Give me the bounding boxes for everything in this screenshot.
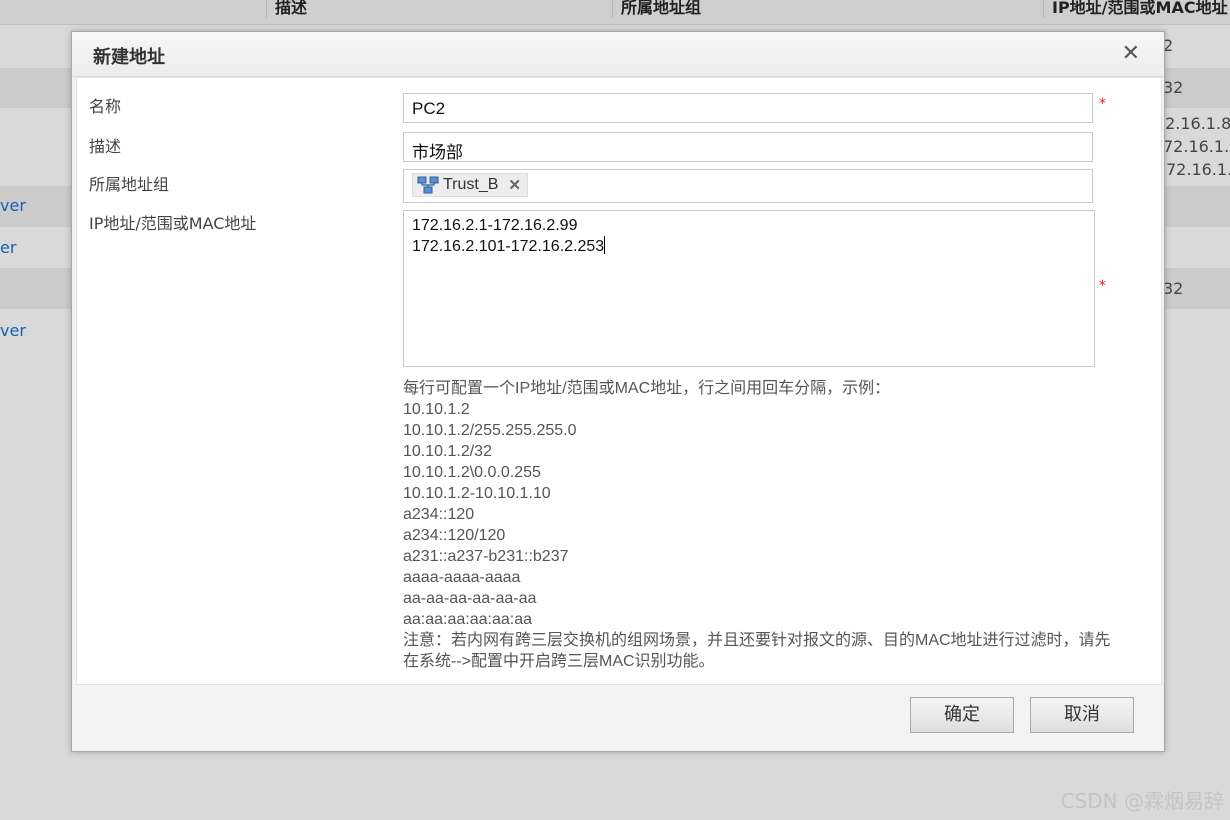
ok-button[interactable]: 确定 bbox=[910, 697, 1014, 733]
ip-line: 172.16.2.101-172.16.2.253 bbox=[412, 238, 605, 255]
dialog-title: 新建地址 bbox=[93, 47, 165, 68]
help-example: 10.10.1.2-10.10.1.10 bbox=[403, 485, 551, 502]
help-note: 注意：若内网有跨三层交换机的组网场景，并且还要针对报文的源、目的MAC地址进行过… bbox=[403, 632, 1111, 670]
new-address-dialog: 新建地址 ✕ 名称 PC2 * 描述 市场部 所属地址组 Trust_B ✕ I… bbox=[71, 31, 1165, 752]
background-ip-text: 72.16.1. bbox=[1166, 160, 1230, 179]
column-header-group: 所属地址组 bbox=[612, 0, 701, 18]
address-group-input[interactable]: Trust_B ✕ bbox=[403, 169, 1093, 203]
description-input[interactable]: 市场部 bbox=[403, 132, 1093, 162]
required-mark: * bbox=[1099, 278, 1106, 294]
help-intro: 每行可配置一个IP地址/范围或MAC地址，行之间用回车分隔，示例： bbox=[403, 380, 891, 397]
background-ip-text: 32 bbox=[1163, 78, 1184, 97]
cancel-button[interactable]: 取消 bbox=[1030, 697, 1134, 733]
close-icon[interactable]: ✕ bbox=[1122, 41, 1140, 66]
help-example: 10.10.1.2 bbox=[403, 401, 470, 418]
dialog-body: 名称 PC2 * 描述 市场部 所属地址组 Trust_B ✕ IP地址/范围或… bbox=[76, 77, 1162, 685]
help-example: aa-aa-aa-aa-aa-aa bbox=[403, 590, 537, 607]
name-input[interactable]: PC2 bbox=[403, 93, 1093, 123]
ip-address-textarea[interactable]: 172.16.2.1-172.16.2.99 172.16.2.101-172.… bbox=[403, 210, 1095, 367]
ip-address-label: IP地址/范围或MAC地址 bbox=[89, 214, 257, 233]
network-group-icon bbox=[417, 176, 439, 194]
background-link[interactable]: ver bbox=[0, 196, 26, 215]
background-link[interactable]: er bbox=[0, 238, 16, 257]
background-ip-text: 72.16.1.9 bbox=[1163, 137, 1230, 156]
required-mark: * bbox=[1099, 96, 1106, 112]
help-example: aa:aa:aa:aa:aa:aa bbox=[403, 611, 533, 628]
address-group-label: 所属地址组 bbox=[89, 175, 170, 194]
dialog-titlebar[interactable]: 新建地址 ✕ bbox=[72, 32, 1164, 77]
help-example: aaaa-aaaa-aaaa bbox=[403, 569, 521, 586]
background-link[interactable]: ver bbox=[0, 321, 26, 340]
background-table-header: 描述 所属地址组 IP地址/范围或MAC地址 bbox=[0, 0, 1230, 25]
text-cursor bbox=[604, 236, 606, 254]
background-ip-text: 32 bbox=[1163, 279, 1184, 298]
help-example: 10.10.1.2/255.255.255.0 bbox=[403, 422, 577, 439]
help-example: a234::120/120 bbox=[403, 527, 506, 544]
help-text: 每行可配置一个IP地址/范围或MAC地址，行之间用回车分隔，示例： 10.10.… bbox=[403, 378, 1123, 672]
background-ip-text: .2.16.1.89 bbox=[1160, 114, 1230, 133]
group-tag-label: Trust_B bbox=[443, 176, 499, 193]
help-example: a231::a237-b231::b237 bbox=[403, 548, 569, 565]
help-example: a234::120 bbox=[403, 506, 475, 523]
help-example: 10.10.1.2/32 bbox=[403, 443, 492, 460]
help-example: 10.10.1.2\0.0.0.255 bbox=[403, 464, 541, 481]
remove-tag-icon[interactable]: ✕ bbox=[508, 176, 521, 194]
column-header-ip: IP地址/范围或MAC地址 bbox=[1043, 0, 1228, 18]
column-header-desc: 描述 bbox=[266, 0, 307, 18]
name-label: 名称 bbox=[89, 97, 122, 116]
group-tag: Trust_B ✕ bbox=[412, 173, 528, 197]
watermark: CSDN @霖烟易辞 bbox=[1060, 789, 1224, 813]
description-label: 描述 bbox=[89, 137, 122, 156]
ip-line: 172.16.2.1-172.16.2.99 bbox=[412, 217, 578, 234]
